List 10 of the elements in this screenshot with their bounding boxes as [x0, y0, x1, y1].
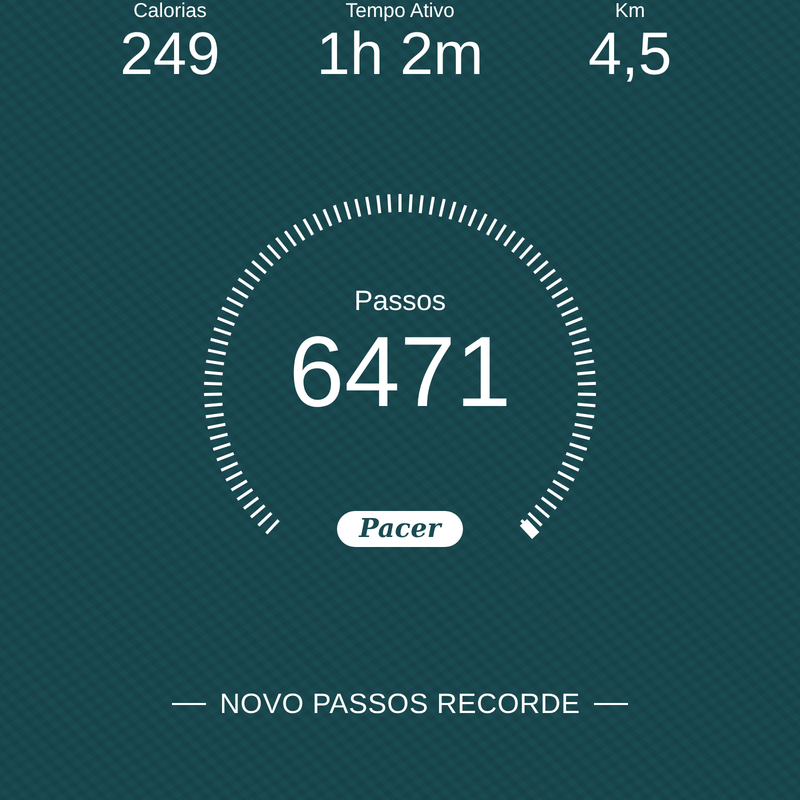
- step-count: 6471: [288, 317, 512, 427]
- brand-logo: Pacer: [337, 511, 463, 547]
- stat-value: 249: [120, 22, 220, 86]
- stat-value: 1h 2m: [316, 22, 484, 86]
- stat-label: Km: [615, 0, 645, 22]
- stat-label: Calorias: [133, 0, 207, 22]
- gauge-title: Passos: [354, 285, 446, 317]
- record-title: NOVO PASSOS RECORDE: [220, 688, 580, 720]
- stat-value: 4,5: [588, 22, 672, 86]
- stat-label: Tempo Ativo: [346, 0, 454, 22]
